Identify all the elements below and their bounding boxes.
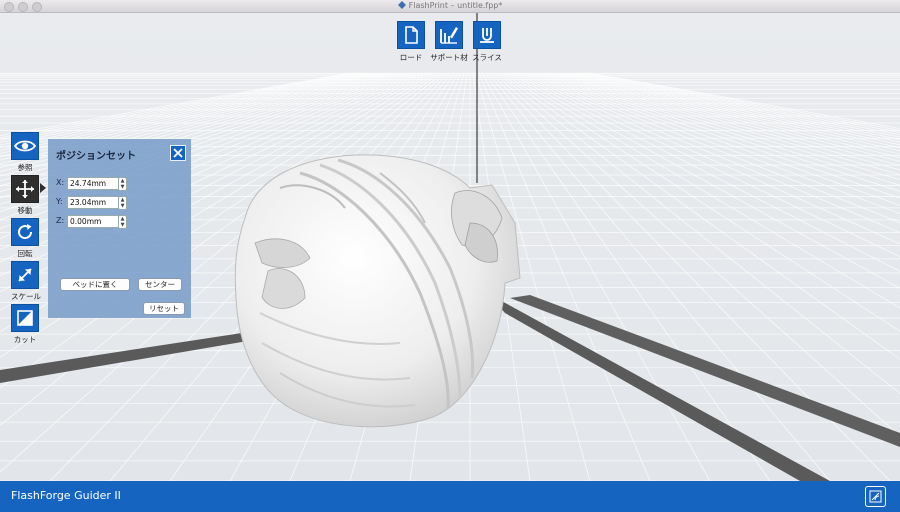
cut-button[interactable]: カット (11, 304, 39, 345)
window-title-text: FlashPrint – untitle.fpp* (408, 1, 503, 10)
window-title: FlashPrint – untitle.fpp* (0, 0, 900, 12)
status-bar: FlashForge Guider II (0, 481, 900, 512)
scale-icon (11, 261, 39, 289)
network-icon[interactable] (865, 486, 886, 507)
x-position-input[interactable] (67, 177, 119, 190)
rotate-button[interactable]: 回転 (11, 218, 39, 259)
slice-button-label: スライス (472, 53, 502, 62)
app-icon (397, 1, 406, 9)
slice-button[interactable]: スライス (472, 21, 502, 63)
rotate-button-label: 回転 (17, 249, 33, 258)
rotate-icon (11, 218, 39, 246)
cut-button-label: カット (13, 335, 37, 344)
y-position-input[interactable] (67, 196, 119, 209)
y-label: Y: (56, 197, 63, 206)
scale-button-label: スケール (11, 292, 41, 301)
z-stepper-icon[interactable]: ▲ ▼ (118, 215, 127, 229)
active-tool-pointer-icon (40, 183, 46, 193)
file-icon (397, 21, 425, 49)
move-button[interactable]: 移動 (11, 175, 46, 216)
close-icon (173, 148, 183, 158)
move-button-label: 移動 (17, 206, 33, 215)
window-titlebar: FlashPrint – untitle.fpp* (0, 0, 900, 13)
position-panel-title: ポジションセット (56, 151, 136, 162)
z-label: Z: (56, 216, 65, 225)
reset-button[interactable]: リセット (143, 302, 185, 315)
support-icon (435, 21, 463, 49)
eye-icon (11, 132, 39, 160)
view-button-label: 参照 (17, 163, 33, 172)
x-label: X: (56, 178, 65, 187)
scale-button[interactable]: スケール (11, 261, 41, 302)
y-stepper-icon[interactable]: ▲ ▼ (118, 196, 127, 210)
place-on-bed-button[interactable]: ベッドに置く (60, 278, 130, 291)
machine-name: FlashForge Guider II (11, 489, 121, 502)
x-stepper-icon[interactable]: ▲ ▼ (118, 177, 127, 191)
z-position-input[interactable] (67, 215, 119, 228)
move-arrows-icon (11, 175, 39, 203)
position-panel: ポジションセット X: ▲▼ Y: ▲▼ Z: ▲▼ ベッドに置く センター リ… (48, 139, 191, 318)
view-button[interactable]: 参照 (11, 132, 39, 173)
cut-icon (11, 304, 39, 332)
slice-icon (473, 21, 501, 49)
panel-close-button[interactable] (170, 145, 186, 161)
center-button[interactable]: センター (138, 278, 182, 291)
